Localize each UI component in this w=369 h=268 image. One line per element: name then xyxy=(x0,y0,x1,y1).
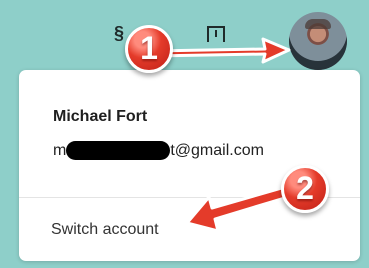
annotation-arrows xyxy=(151,37,291,233)
arrow-to-switch-account xyxy=(185,185,290,233)
step-1-badge: 1 xyxy=(125,25,173,73)
step-2-badge: 2 xyxy=(281,165,329,213)
arrow-to-avatar xyxy=(151,37,291,64)
